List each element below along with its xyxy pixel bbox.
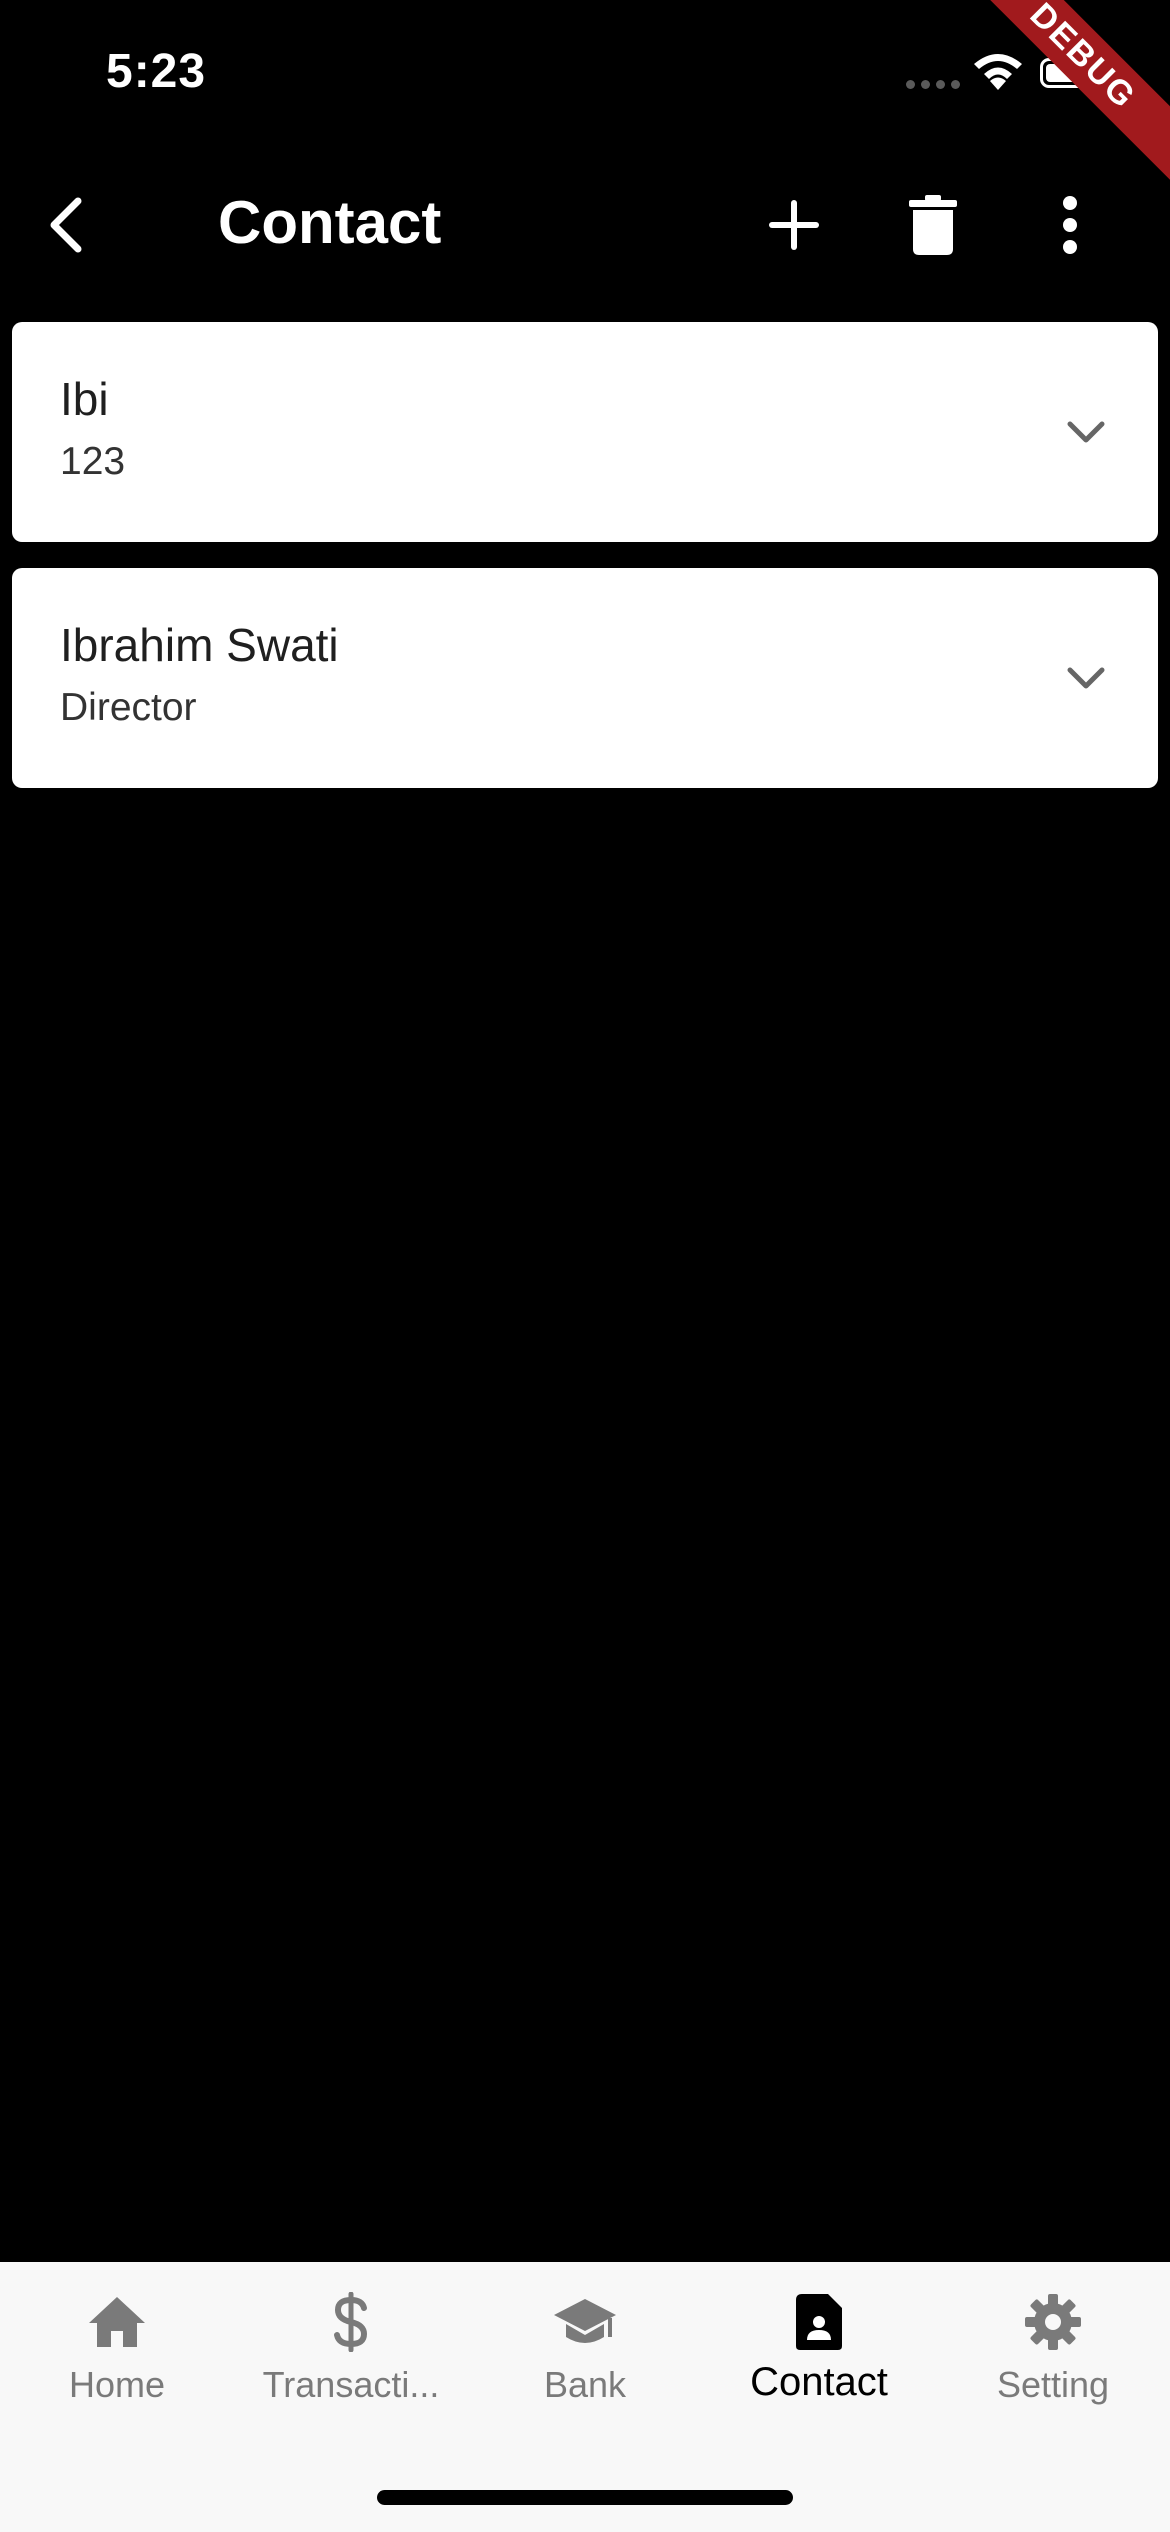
cellular-signal-icon xyxy=(906,80,960,89)
contact-name: Ibrahim Swati xyxy=(60,619,339,671)
nav-label-bank: Bank xyxy=(543,2364,627,2405)
contact-screen: 5:23 DEBUG Contact Ibi 123 Ibrahim Swati… xyxy=(0,0,1170,2532)
nav-item-contact[interactable]: Contact xyxy=(702,2262,936,2422)
contact-subtitle: 123 xyxy=(60,440,126,483)
add-contact-button[interactable] xyxy=(746,177,842,273)
plus-icon xyxy=(769,200,819,250)
chevron-left-icon xyxy=(50,197,82,253)
app-bar: Contact xyxy=(0,150,1170,300)
nav-item-transactions[interactable]: Transacti... xyxy=(234,2262,468,2422)
dollar-icon xyxy=(331,2290,371,2354)
nav-label-transactions: Transacti... xyxy=(262,2364,440,2405)
contact-card[interactable]: Ibrahim Swati Director xyxy=(12,568,1158,788)
contact-card-icon xyxy=(794,2290,844,2354)
graduation-cap-icon xyxy=(552,2290,618,2354)
contact-card[interactable]: Ibi 123 xyxy=(12,322,1158,542)
status-time: 5:23 xyxy=(106,45,207,98)
expand-button[interactable] xyxy=(1056,648,1116,708)
nav-item-bank[interactable]: Bank xyxy=(468,2262,702,2422)
contact-subtitle: Director xyxy=(60,686,197,729)
home-indicator xyxy=(377,2490,793,2505)
delete-button[interactable] xyxy=(885,177,981,273)
gear-icon xyxy=(1023,2290,1083,2354)
page-title: Contact xyxy=(218,189,442,256)
nav-label-setting: Setting xyxy=(996,2364,1110,2405)
trash-icon xyxy=(909,195,957,255)
chevron-down-icon xyxy=(1067,667,1105,689)
nav-item-home[interactable]: Home xyxy=(0,2262,234,2422)
nav-label-home: Home xyxy=(68,2364,166,2405)
more-vertical-icon xyxy=(1063,196,1077,254)
nav-label-contact: Contact xyxy=(750,2360,888,2404)
more-options-button[interactable] xyxy=(1022,177,1118,273)
home-icon xyxy=(87,2290,147,2354)
contact-name: Ibi xyxy=(60,373,109,425)
back-button[interactable] xyxy=(18,177,114,273)
status-bar: 5:23 DEBUG xyxy=(0,0,1170,192)
wifi-icon xyxy=(970,52,1026,97)
chevron-down-icon xyxy=(1067,421,1105,443)
nav-item-setting[interactable]: Setting xyxy=(936,2262,1170,2422)
expand-button[interactable] xyxy=(1056,402,1116,462)
